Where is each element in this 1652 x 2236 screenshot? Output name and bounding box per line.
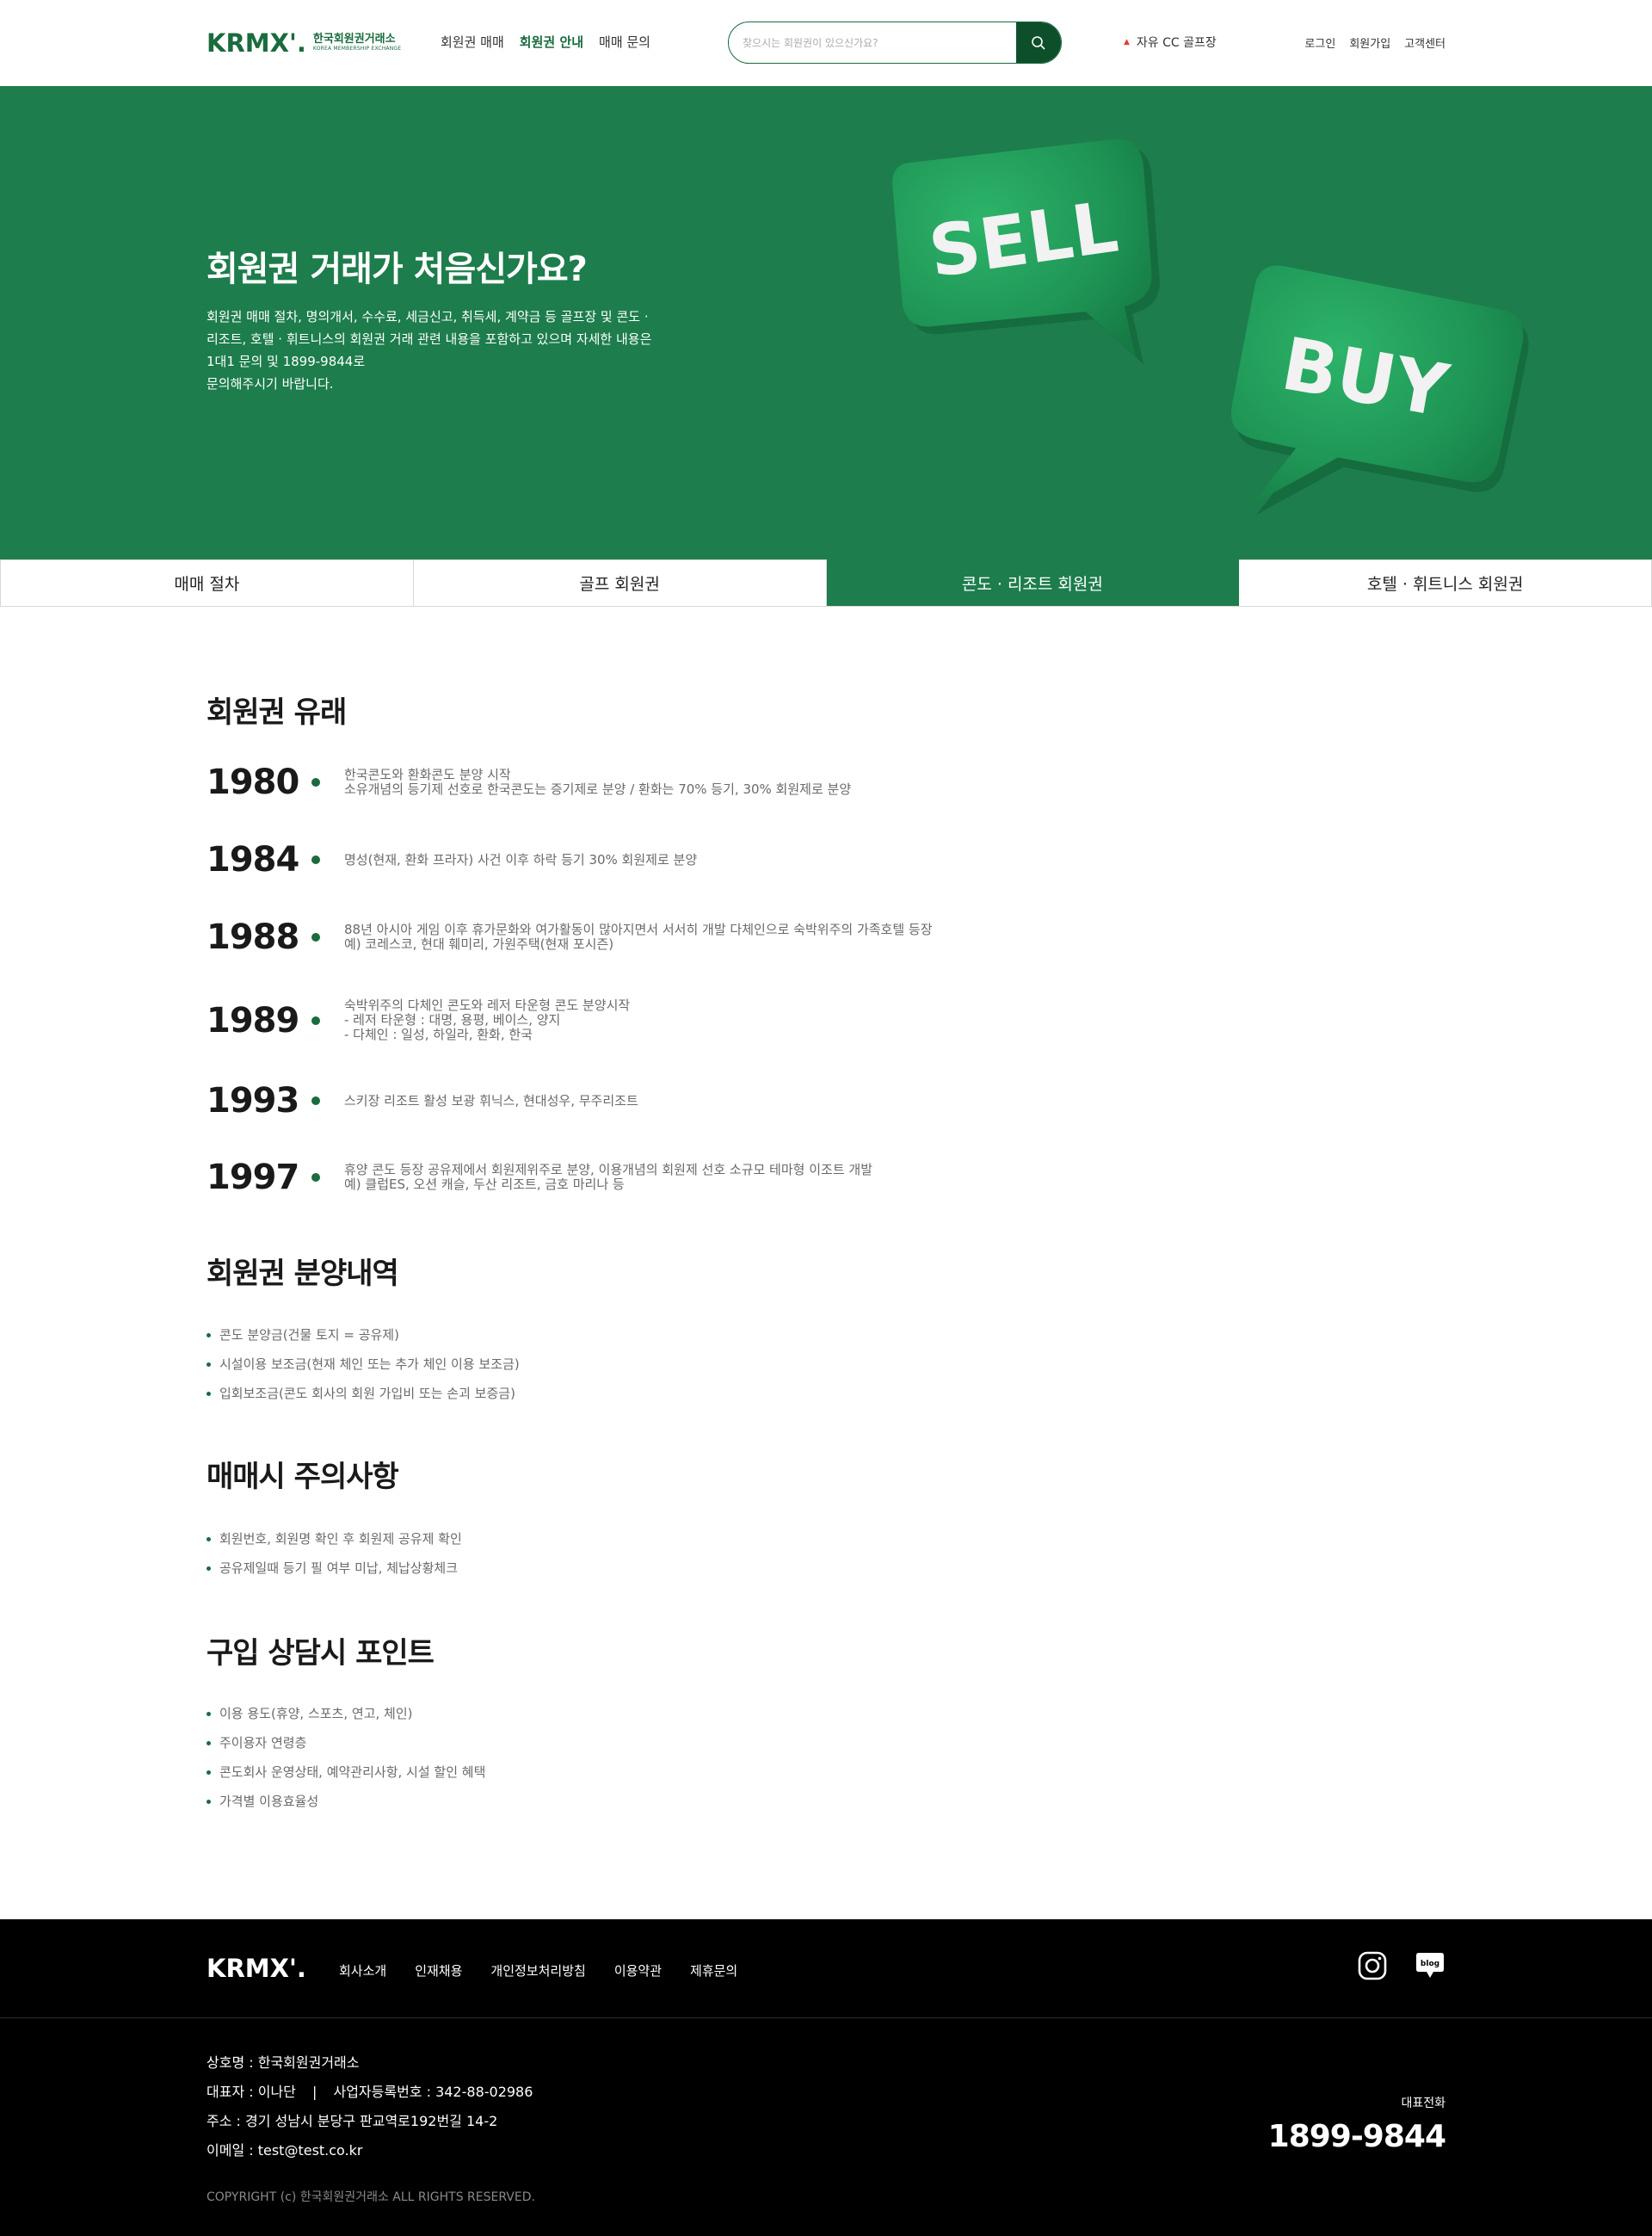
footer-link-terms[interactable]: 이용약관 — [614, 1961, 662, 1980]
list-item: 회원번호, 회원명 확인 후 회원제 공유제 확인 — [206, 1524, 462, 1553]
sale-list: 콘도 분양금(건물 토지 = 공유제) 시설이용 보조금(현재 체인 또는 추가… — [206, 1320, 520, 1408]
timeline-year: 1997 — [206, 1158, 299, 1197]
origin-section-title: 회원권 유래 — [200, 689, 368, 738]
points-list: 이용 용도(휴양, 스포츠, 연고, 체인) 주이용자 연령층 콘도회사 운영상… — [206, 1699, 485, 1816]
company-address: 주소 : 경기 성남시 분당구 판교역로192번길 14-2 — [206, 2113, 498, 2129]
brand-logo[interactable]: KRMX'. 한국회원권거래소 KOREA MEMBERSHIP EXCHANG… — [206, 28, 401, 58]
hero-title: 회원권 거래가 처음신가요? — [206, 250, 588, 289]
rise-arrow-icon: ▲ — [1124, 38, 1130, 46]
timeline-text: 명성(현재, 환화 프라자) 사건 이후 하락 등기 30% 회원제로 분양 — [344, 851, 698, 868]
footer-top: KRMX'. 회사소개 인재채용 개인정보처리방침 이용약관 제휴문의 blog — [0, 1919, 1652, 2018]
search-bar — [728, 22, 1062, 64]
timeline-dot — [311, 1173, 320, 1182]
search-input[interactable] — [729, 22, 1016, 63]
main-nav: 회원권 매매 회원권 안내 매매 문의 — [441, 33, 650, 51]
nav-inquiry[interactable]: 매매 문의 — [599, 33, 650, 51]
timeline-year: 1989 — [206, 1000, 299, 1041]
timeline-text: 숙박위주의 다체인 콘도와 레저 타운형 콘도 분양시작 - 레저 타운형 : … — [344, 998, 631, 1042]
search-icon — [1032, 35, 1045, 49]
blog-icon-text: blog — [1421, 1960, 1439, 1968]
golf-ticker[interactable]: ▲ 자유 CC 골프장 — [1124, 34, 1217, 51]
list-item: 시설이용 보조금(현재 체인 또는 추가 체인 이용 보조금) — [206, 1350, 520, 1379]
timeline-dot — [311, 933, 320, 942]
list-item: 입회보조금(콘도 회사의 회원 가입비 또는 손괴 보증금) — [206, 1379, 520, 1408]
timeline-dot — [311, 1096, 320, 1105]
footer-nav: 회사소개 인재채용 개인정보처리방침 이용약관 제휴문의 — [339, 1961, 737, 1980]
login-link[interactable]: 로그인 — [1304, 34, 1335, 51]
logo-korean-text: 한국회원권거래소 — [312, 33, 396, 46]
timeline-text: 휴양 콘도 등장 공유제에서 회원제위주로 분양, 이용개념의 회원제 선호 소… — [344, 1162, 872, 1192]
timeline-text: 스키장 리조트 활성 보광 휘닉스, 현대성우, 무주리조트 — [344, 1092, 638, 1109]
timeline-row: 1984 명성(현재, 환화 프라자) 사건 이후 하락 등기 30% 회원제로… — [206, 840, 697, 880]
site-header: KRMX'. 한국회원권거래소 KOREA MEMBERSHIP EXCHANG… — [0, 0, 1652, 86]
timeline-row: 1993 스키장 리조트 활성 보광 휘닉스, 현대성우, 무주리조트 — [206, 1081, 638, 1121]
tab-golf[interactable]: 골프 회원권 — [413, 559, 827, 606]
timeline-dot — [311, 1016, 320, 1025]
blog-icon[interactable]: blog — [1415, 1951, 1446, 1980]
support-link[interactable]: 고객센터 — [1404, 34, 1446, 51]
buy-bubble-illustration: BUY — [1230, 265, 1529, 515]
footer-link-partnership[interactable]: 제휴문의 — [690, 1961, 737, 1980]
timeline-year: 1980 — [206, 763, 299, 802]
footer-logo[interactable]: KRMX'. — [206, 1954, 306, 1983]
copyright: COPYRIGHT (c) 한국회원권거래소 ALL RIGHTS RESERV… — [206, 2190, 535, 2204]
list-item: 이용 용도(휴양, 스포츠, 연고, 체인) — [206, 1699, 485, 1728]
signup-link[interactable]: 회원가입 — [1349, 34, 1390, 51]
nav-guide[interactable]: 회원권 안내 — [520, 33, 583, 51]
points-section-title: 구입 상담시 포인트 — [200, 1629, 463, 1678]
timeline-year: 1988 — [206, 917, 299, 957]
footer-link-careers[interactable]: 인재채용 — [415, 1961, 462, 1980]
utility-nav: 로그인 회원가입 고객센터 — [1304, 34, 1446, 51]
ticker-text: 자유 CC 골프장 — [1136, 36, 1217, 50]
instagram-icon[interactable] — [1358, 1951, 1387, 1980]
logo-mark: KRMX'. — [206, 28, 306, 58]
timeline-row: 1997 휴양 콘도 등장 공유제에서 회원제위주로 분양, 이용개념의 회원제… — [206, 1158, 872, 1197]
call-number[interactable]: 1899-9844 — [1268, 2119, 1446, 2154]
list-item: 가격별 이용효율성 — [206, 1787, 485, 1816]
site-footer: KRMX'. 회사소개 인재채용 개인정보처리방침 이용약관 제휴문의 blog… — [0, 1919, 1652, 2236]
footer-link-about[interactable]: 회사소개 — [339, 1961, 386, 1980]
timeline-row: 1988 88년 아시아 게임 이후 휴가문화와 여가활동이 많아지면서 서서히… — [206, 917, 933, 957]
timeline-row: 1980 한국콘도와 환화콘도 분양 시작 소유개념의 등기제 선호로 한국콘도… — [206, 763, 851, 802]
footer-sns: blog — [1358, 1951, 1446, 1980]
company-info: 상호명 : 한국회원권거래소 대표자 : 이나단 | 사업자등록번호 : 342… — [206, 2048, 533, 2165]
sale-section-title: 회원권 분양내역 — [200, 1250, 427, 1299]
tab-hotel-fitness[interactable]: 호텔 · 휘트니스 회원권 — [1239, 559, 1652, 606]
list-item: 콘도회사 운영상태, 예약관리사항, 시설 할인 혜택 — [206, 1757, 485, 1787]
company-ceo: 대표자 : 이나단 — [206, 2084, 296, 2100]
tab-condo-resort[interactable]: 콘도 · 리조트 회원권 — [826, 559, 1240, 606]
nav-trade[interactable]: 회원권 매매 — [441, 33, 504, 51]
hero-banner: 회원권 거래가 처음신가요? 회원권 매매 절차, 명의개서, 수수료, 세금신… — [0, 86, 1652, 559]
timeline-text: 88년 아시아 게임 이후 휴가문화와 여가활동이 많아지면서 서서히 개발 다… — [344, 922, 933, 952]
call-label: 대표전화 — [1401, 2097, 1446, 2110]
timeline-dot — [311, 855, 320, 864]
business-number: 사업자등록번호 : 342-88-02986 — [333, 2084, 533, 2100]
footer-link-privacy[interactable]: 개인정보처리방침 — [490, 1961, 585, 1980]
category-tabs: 매매 절차 골프 회원권 콘도 · 리조트 회원권 호텔 · 휘트니스 회원권 — [0, 559, 1652, 607]
timeline-dot — [311, 778, 320, 787]
hero-description: 회원권 매매 절차, 명의개서, 수수료, 세금신고, 취득세, 계약금 등 골… — [206, 309, 652, 392]
company-email: 이메일 : test@test.co.kr — [206, 2142, 363, 2159]
company-name: 상호명 : 한국회원권거래소 — [206, 2054, 360, 2071]
caution-section-title: 매매시 주의사항 — [200, 1453, 427, 1502]
sell-bubble-illustration: SELL — [892, 139, 1160, 365]
logo-english-text: KOREA MEMBERSHIP EXCHANGE — [312, 46, 402, 52]
list-item: 공유제일때 등기 필 여부 미납, 체납상황체크 — [206, 1553, 462, 1583]
timeline-year: 1993 — [206, 1081, 299, 1121]
search-button[interactable] — [1016, 22, 1061, 63]
timeline-text: 한국콘도와 환화콘도 분양 시작 소유개념의 등기제 선호로 한국콘도는 증기제… — [344, 767, 852, 797]
tab-trade-procedure[interactable]: 매매 절차 — [0, 559, 414, 606]
caution-list: 회원번호, 회원명 확인 후 회원제 공유제 확인 공유제일때 등기 필 여부 … — [206, 1524, 462, 1583]
timeline-year: 1984 — [206, 840, 299, 880]
list-item: 주이용자 연령층 — [206, 1728, 485, 1757]
timeline-row: 1989 숙박위주의 다체인 콘도와 레저 타운형 콘도 분양시작 - 레저 타… — [206, 998, 630, 1042]
list-item: 콘도 분양금(건물 토지 = 공유제) — [206, 1320, 520, 1350]
